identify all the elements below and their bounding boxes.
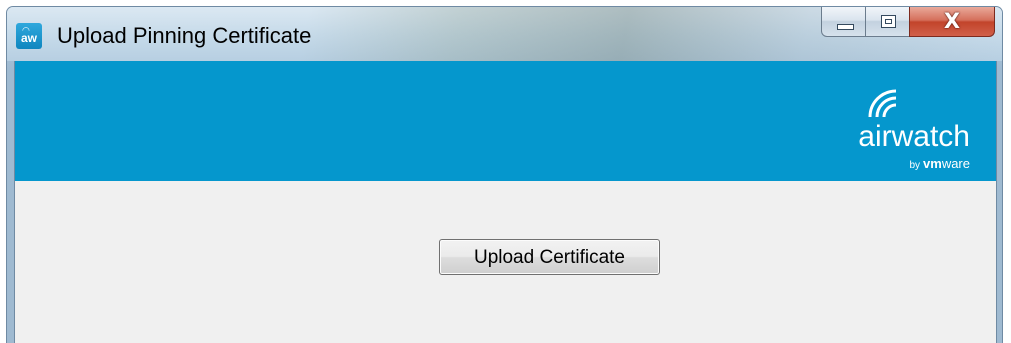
title-bar[interactable]: ◠ aw Upload Pinning Certificate X [7, 7, 1002, 61]
minimize-button[interactable] [821, 7, 866, 37]
maximize-icon [881, 15, 896, 28]
logo-vendor-ware: ware [941, 156, 970, 171]
header-banner: airwatch by vmware [15, 61, 996, 181]
logo-byline: by vmware [909, 157, 970, 173]
close-button[interactable]: X [909, 7, 995, 37]
upload-certificate-button[interactable]: Upload Certificate [439, 239, 660, 275]
window-client-area: airwatch by vmware Upload Certificate [14, 61, 997, 343]
airwatch-wifi-logo-icon [868, 89, 897, 118]
maximize-button[interactable] [865, 7, 910, 37]
minimize-icon [837, 24, 854, 30]
window-title: Upload Pinning Certificate [57, 23, 312, 48]
close-icon: X [943, 9, 961, 33]
airwatch-app-icon[interactable]: ◠ aw [16, 23, 42, 49]
logo-wordmark: airwatch [858, 120, 970, 153]
logo-by-text: by [909, 160, 921, 171]
upload-pinning-certificate-window: ◠ aw Upload Pinning Certificate X airwat… [6, 6, 1003, 343]
logo-vendor-vm: vm [923, 156, 942, 171]
airwatch-logo: airwatch by vmware [832, 87, 972, 171]
